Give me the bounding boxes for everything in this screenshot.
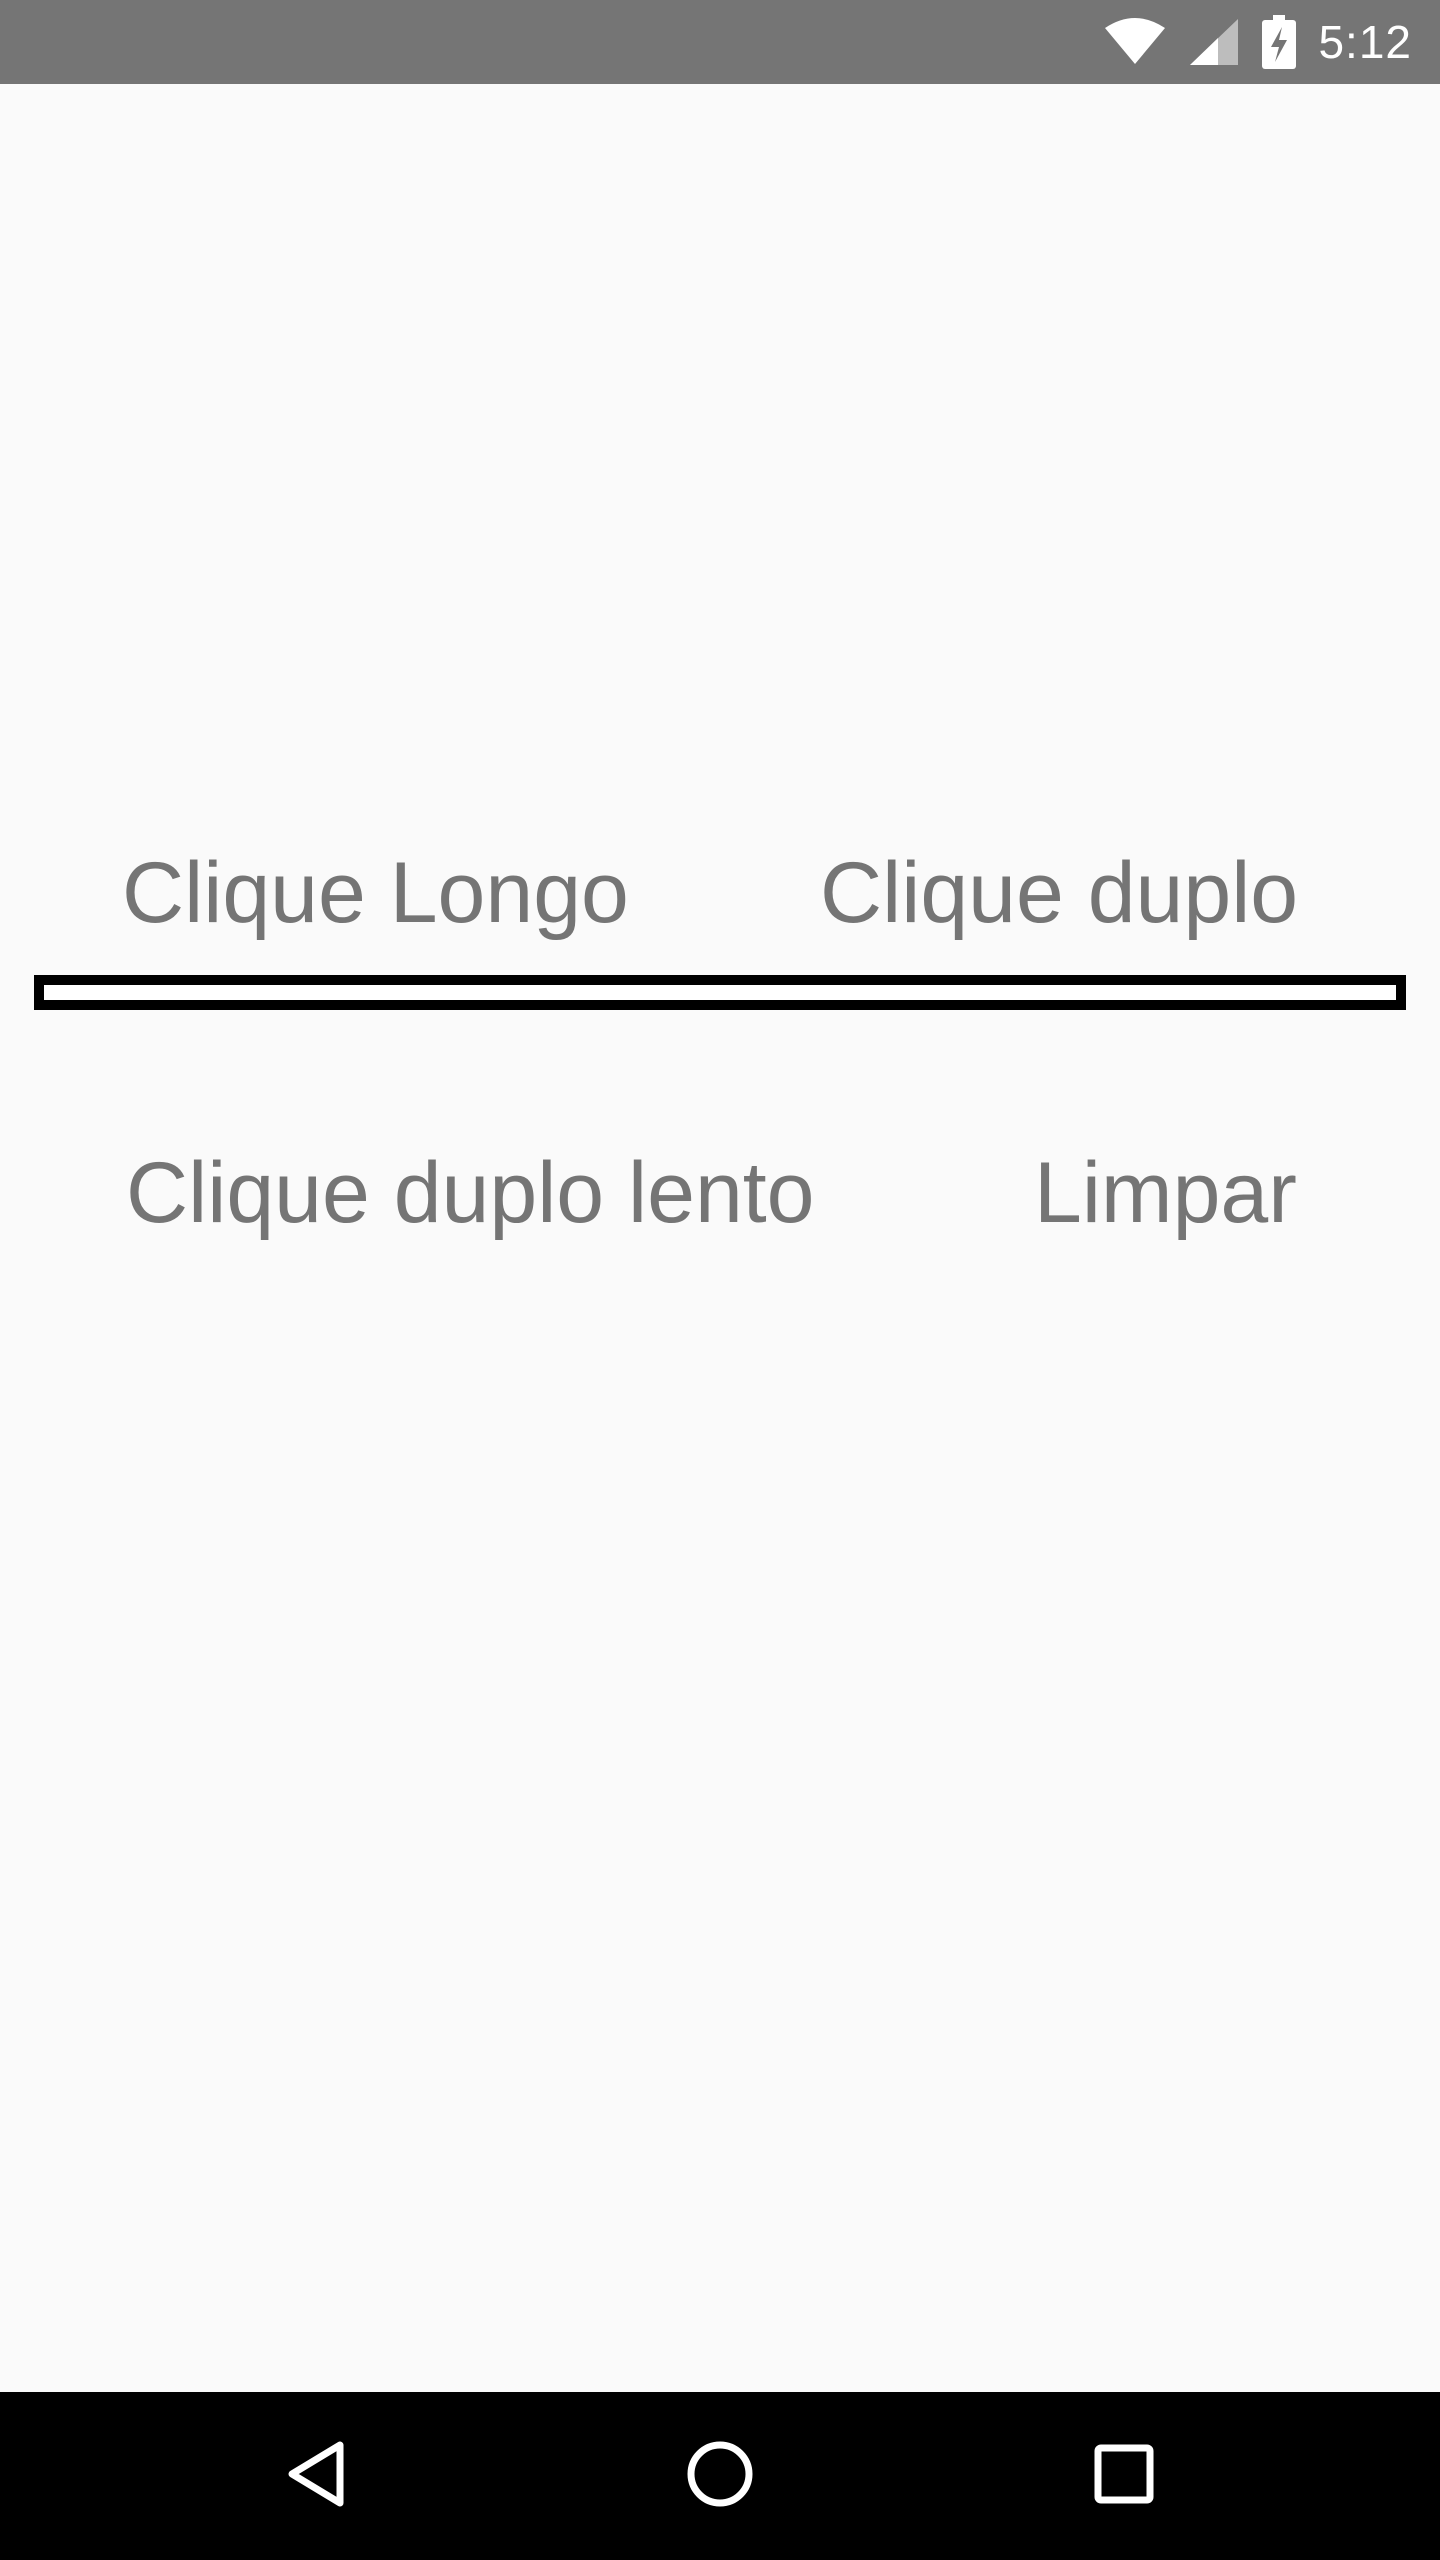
- back-button[interactable]: [236, 2392, 396, 2560]
- clear-button[interactable]: Limpar: [1034, 1150, 1297, 1236]
- status-time: 5:12: [1318, 16, 1412, 68]
- signal-icon: [1188, 17, 1240, 67]
- recents-icon: [1094, 2444, 1154, 2509]
- long-click-button[interactable]: Clique Longo: [122, 850, 629, 936]
- battery-charging-icon: [1262, 15, 1297, 69]
- wifi-icon: [1104, 18, 1166, 66]
- navigation-bar: [0, 2392, 1440, 2560]
- status-icons: 5:12: [1104, 0, 1412, 84]
- slow-double-click-button[interactable]: Clique duplo lento: [126, 1150, 815, 1236]
- home-button[interactable]: [640, 2392, 800, 2560]
- main-content: Clique Longo Clique duplo Clique duplo l…: [0, 84, 1440, 2392]
- status-bar: 5:12: [0, 0, 1440, 84]
- screen: 5:12 Clique Longo Clique duplo Clique du…: [0, 0, 1440, 2560]
- recents-button[interactable]: [1044, 2392, 1204, 2560]
- back-icon: [284, 2439, 348, 2514]
- output-text-field[interactable]: [34, 975, 1406, 1010]
- home-icon: [686, 2440, 754, 2513]
- double-click-button[interactable]: Clique duplo: [820, 850, 1298, 936]
